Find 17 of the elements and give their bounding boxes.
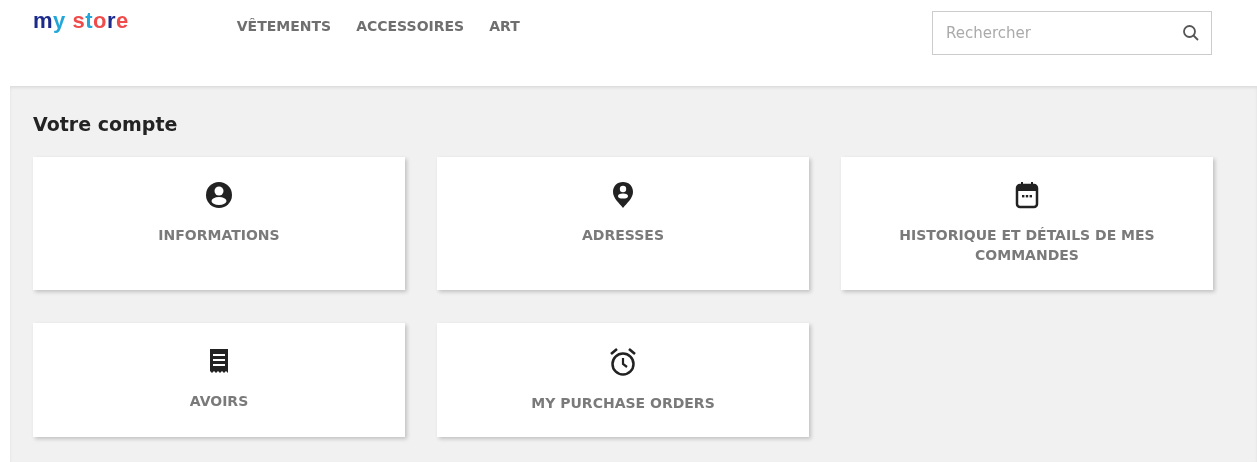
store-logo[interactable]: my store [33,8,129,34]
account-link-card[interactable]: ADRESSES [437,157,809,290]
location-pin-icon [612,181,634,209]
alarm-clock-icon [609,347,637,377]
account-link-card[interactable]: INFORMATIONS [33,157,405,290]
nav-link[interactable]: VÊTEMENTS [236,17,332,35]
user-icon [205,181,233,209]
account-link-card[interactable]: MY PURCHASE ORDERS [437,323,809,437]
calendar-icon [1015,181,1039,209]
nav-link[interactable]: ACCESSOIRES [356,17,465,35]
account-link-card[interactable]: HISTORIQUE ET DÉTAILS DE MES COMMANDES [841,157,1213,290]
nav-link[interactable]: ART [489,17,520,35]
search-icon[interactable] [1182,24,1200,42]
account-link-card[interactable]: AVOIRS [33,323,405,437]
search-field[interactable]: Rechercher [932,11,1212,55]
page-title: Votre compte [33,112,179,136]
receipt-icon [208,347,230,375]
